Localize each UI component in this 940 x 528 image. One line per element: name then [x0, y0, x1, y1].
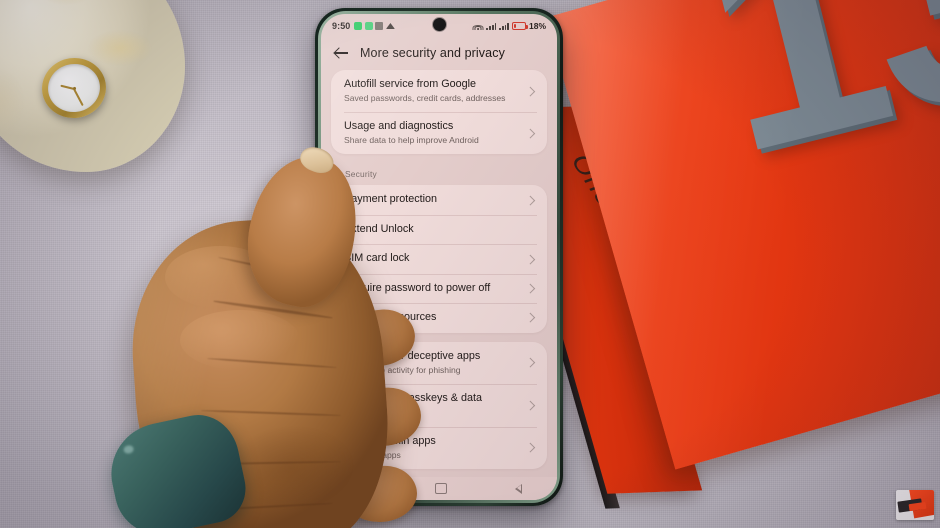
status-system-icons: 18%	[472, 21, 546, 31]
chevron-right-icon	[526, 255, 535, 264]
battery-percent: 18%	[528, 21, 546, 31]
phone-screen[interactable]: 9:50 18% More security and privacy Autof…	[321, 14, 557, 500]
chevron-right-icon	[526, 284, 535, 293]
list-item[interactable]: Usage and diagnostics Share data to help…	[331, 112, 547, 154]
list-item[interactable]: Device admin apps No active apps	[331, 426, 547, 469]
list-item-title: Autofill service from Google	[344, 78, 477, 90]
list-item-title: Scanning for deceptive apps	[344, 349, 481, 362]
list-item-title: Usage and diagnostics	[344, 120, 454, 133]
chevron-right-icon	[526, 87, 535, 96]
smartphone: 9:50 18% More security and privacy Autof…	[315, 8, 563, 506]
chevron-right-icon	[526, 358, 535, 367]
chevron-right-icon	[526, 129, 535, 138]
list-item-title: Extend Unlock	[344, 222, 414, 235]
list-item-title: SIM card lock	[344, 252, 410, 265]
onyx-desk-clock	[0, 0, 185, 172]
clock-pivot	[72, 86, 76, 90]
status-time: 9:50	[332, 21, 351, 31]
wifi-icon	[472, 22, 484, 30]
list-item[interactable]: Require password to power off	[331, 273, 547, 303]
status-bar: 9:50 18%	[321, 14, 557, 36]
back-triangle-icon[interactable]	[514, 483, 523, 494]
list-item[interactable]: Scanning for deceptive apps Check app ac…	[331, 342, 547, 384]
list-item[interactable]: Payment protection	[331, 185, 547, 214]
list-item-subtitle: Saved passwords, credit cards, addresses	[344, 92, 506, 103]
list-item-title: Installation sources	[344, 311, 437, 324]
upload-icon	[385, 23, 395, 29]
chevron-right-icon	[526, 196, 535, 205]
settings-list: Autofill service from Google Saved passw…	[321, 70, 557, 470]
whatsapp-business-icon	[364, 22, 373, 30]
status-notification-icons	[354, 22, 395, 30]
list-item[interactable]: Passwords, passkeys & data services	[331, 383, 547, 427]
channel-watermark	[896, 490, 934, 520]
chevron-right-icon	[526, 401, 535, 410]
section-header-security: Security	[345, 169, 377, 180]
chevron-right-icon	[526, 443, 535, 452]
clock-dial	[44, 60, 104, 116]
settings-group-general: Autofill service from Google Saved passw…	[331, 70, 547, 155]
list-item-title: Payment protection	[344, 193, 438, 206]
list-item-subtitle: Share data to help improve Android	[344, 135, 479, 146]
page-title: More security and privacy	[360, 45, 505, 60]
list-item-subtitle: No active apps	[344, 449, 401, 460]
list-item-subtitle: Check app activity for phishing	[344, 364, 461, 375]
settings-group-security: Payment protection Extend Unlock SIM car…	[331, 185, 547, 333]
settings-group-apps: Scanning for deceptive apps Check app ac…	[331, 341, 547, 470]
list-item-title: Passwords, passkeys & data services	[344, 391, 483, 418]
list-item[interactable]: Extend Unlock	[331, 214, 547, 244]
signal-sim2-icon	[499, 22, 509, 30]
list-item-title: Require password to power off	[344, 281, 491, 294]
clock-minute-hand	[73, 88, 84, 106]
list-item[interactable]: Installation sources	[331, 303, 547, 332]
front-camera-punch-hole	[432, 18, 446, 31]
back-arrow-icon[interactable]	[334, 45, 349, 60]
title-bar: More security and privacy	[321, 36, 557, 70]
whatsapp-icon	[354, 22, 363, 30]
recents-icon[interactable]	[355, 484, 367, 493]
chevron-right-icon	[526, 313, 535, 322]
box-numeral-graphic: 13	[673, 0, 940, 217]
message-icon	[375, 22, 384, 30]
home-icon[interactable]	[435, 482, 447, 495]
list-item-title: Device admin apps	[344, 434, 436, 447]
battery-low-icon	[511, 22, 528, 30]
signal-sim1-icon	[486, 22, 497, 30]
list-item[interactable]: SIM card lock	[331, 244, 547, 273]
photo-scene: OnePlus 13 13 9:50	[0, 0, 940, 528]
list-item[interactable]: Autofill service from Google Saved passw…	[331, 70, 547, 112]
navigation-bar	[321, 477, 557, 500]
